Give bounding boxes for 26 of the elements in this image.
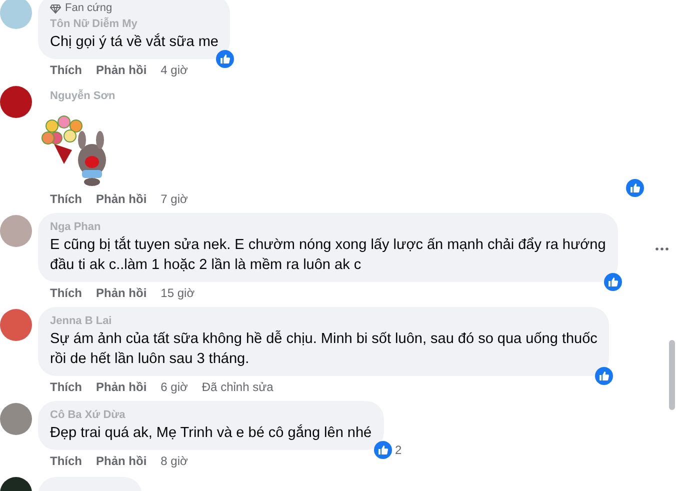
badge-label: Fan cứng [65, 1, 112, 16]
like-link[interactable]: Thích [50, 62, 82, 78]
edited-label: Đã chỉnh sửa [202, 379, 274, 395]
diamond-icon [50, 4, 61, 14]
reply-link[interactable]: Phản hồi [96, 62, 147, 78]
more-options-icon[interactable] [655, 247, 669, 251]
timestamp: 7 giờ [160, 191, 188, 207]
reply-link[interactable]: Phản hồi [96, 379, 147, 395]
comment-text: Sự ám ảnh của tất sữa không hề dễ chịu. Minh bi sốt luôn, sau đó so qua uống thuốc rồi de hết lần luôn sau 3 tháng. [50, 329, 598, 369]
reaction-count: 2 [394, 443, 402, 457]
comment-text: E cũng bị tắt tuyen sửa nek. E chườm nóng xong lấy lược ấn mạnh chải đẩy ra hướng đầu ti ak c..làm 1 hoặc 2 lần là mềm ra luôn ak c [50, 235, 606, 275]
timestamp: 8 giờ [160, 453, 188, 469]
comment-text: Đẹp trai quá ak, Mẹ Trinh và e bé cô gắng lên nhé [50, 423, 372, 443]
reply-link[interactable]: Phản hồi [96, 285, 147, 301]
comment-text: Chị gọi ý tá về vắt sữa me [50, 32, 218, 52]
reply-link[interactable]: Phản hồi [96, 453, 147, 469]
timestamp: 15 giờ [160, 285, 195, 301]
timestamp: 4 giờ [160, 62, 188, 78]
scrollbar[interactable] [669, 340, 675, 410]
like-link[interactable]: Thích [50, 379, 82, 395]
like-link[interactable]: Thích [50, 453, 82, 469]
like-link[interactable]: Thích [50, 285, 82, 301]
like-link[interactable]: Thích [50, 191, 82, 207]
reply-link[interactable]: Phản hồi [96, 191, 147, 207]
timestamp: 6 giờ [160, 379, 188, 395]
avatar[interactable] [0, 86, 32, 118]
